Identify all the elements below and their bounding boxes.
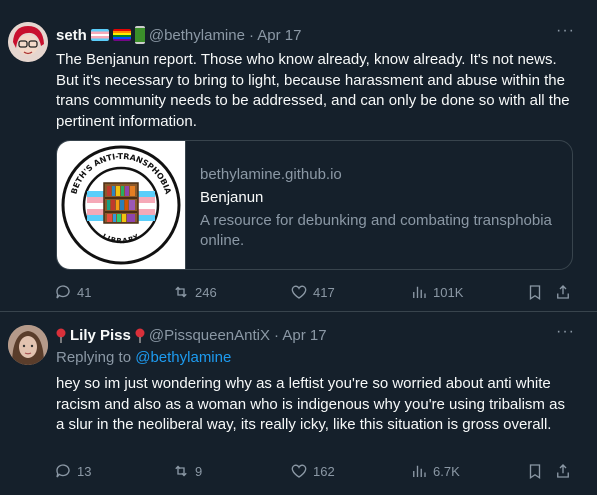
card-domain: bethylamine.github.io bbox=[200, 166, 342, 183]
tweet[interactable]: seth @bethylamine · Apr 17 ··· The Benja… bbox=[0, 0, 597, 312]
repost-button[interactable]: 246 bbox=[172, 283, 217, 301]
tweet-header: Lily Piss @PissqueenAntiX · Apr 17 bbox=[56, 327, 327, 344]
views-button[interactable]: 6.7K bbox=[410, 462, 460, 480]
timestamp[interactable]: · Apr 17 bbox=[249, 27, 302, 44]
tweet-actions: 13 9 162 6.7K bbox=[54, 462, 574, 482]
link-card[interactable]: BETH'S ANTI-TRANSPHOBIA LIBRARY bethylam… bbox=[56, 140, 573, 270]
share-button[interactable] bbox=[554, 462, 572, 480]
tweet-actions: 41 246 417 101K bbox=[54, 283, 574, 303]
views-count: 6.7K bbox=[433, 463, 460, 479]
trans-flag-icon bbox=[90, 29, 109, 41]
bookmark-icon bbox=[529, 285, 541, 301]
bookmark-button[interactable] bbox=[526, 462, 544, 480]
timestamp[interactable]: · Apr 17 bbox=[274, 327, 327, 344]
like-button[interactable]: 162 bbox=[290, 462, 335, 480]
more-options-icon[interactable]: ··· bbox=[556, 22, 575, 40]
reply-button[interactable]: 13 bbox=[54, 462, 91, 480]
bookmark-icon bbox=[529, 464, 541, 480]
views-count: 101K bbox=[433, 284, 464, 300]
like-count: 417 bbox=[313, 284, 335, 300]
red-pin-icon bbox=[135, 328, 145, 343]
repost-count: 9 bbox=[195, 463, 203, 479]
tweet-text: The Benjanun report. Those who know alre… bbox=[56, 51, 570, 130]
red-pin-icon bbox=[56, 328, 66, 343]
repost-count: 246 bbox=[195, 284, 217, 300]
card-logo-image: BETH'S ANTI-TRANSPHOBIA LIBRARY bbox=[57, 141, 186, 269]
replying-to: Replying to @bethylamine bbox=[56, 349, 231, 366]
share-icon bbox=[557, 285, 569, 299]
card-text: bethylamine.github.io Benjanun A resourc… bbox=[200, 165, 560, 251]
bookmark-button[interactable] bbox=[526, 283, 544, 301]
share-icon bbox=[557, 464, 569, 478]
views-icon bbox=[413, 286, 426, 298]
reply-icon bbox=[56, 464, 70, 478]
avatar-image bbox=[8, 325, 48, 365]
repost-button[interactable]: 9 bbox=[172, 462, 202, 480]
card-description: A resource for debunking and combating t… bbox=[200, 212, 552, 249]
tweet-text: hey so im just wondering why as a leftis… bbox=[56, 375, 565, 433]
more-options-icon[interactable]: ··· bbox=[556, 323, 575, 341]
replying-to-label: Replying to bbox=[56, 349, 132, 366]
views-button[interactable]: 101K bbox=[410, 283, 463, 301]
user-handle[interactable]: @bethylamine bbox=[149, 27, 245, 44]
reply-icon bbox=[56, 285, 70, 299]
views-icon bbox=[413, 465, 426, 477]
reply-count: 41 bbox=[77, 284, 92, 300]
tweet[interactable]: Lily Piss @PissqueenAntiX · Apr 17 ··· R… bbox=[0, 312, 597, 495]
display-name[interactable]: Lily Piss bbox=[70, 327, 131, 344]
tweet-header: seth @bethylamine · Apr 17 bbox=[56, 26, 301, 44]
like-button[interactable]: 417 bbox=[290, 283, 335, 301]
display-name[interactable]: seth bbox=[56, 27, 87, 44]
can-emoji-icon bbox=[134, 26, 145, 44]
repost-icon bbox=[175, 465, 187, 477]
avatar[interactable] bbox=[8, 22, 48, 62]
user-handle[interactable]: @PissqueenAntiX bbox=[149, 327, 270, 344]
replying-to-handle[interactable]: @bethylamine bbox=[135, 349, 231, 366]
heart-icon bbox=[291, 464, 307, 478]
reply-count: 13 bbox=[77, 463, 92, 479]
like-count: 162 bbox=[313, 463, 335, 479]
avatar-image bbox=[8, 22, 48, 62]
heart-icon bbox=[291, 285, 307, 299]
repost-icon bbox=[175, 286, 187, 298]
reply-button[interactable]: 41 bbox=[54, 283, 91, 301]
card-title: Benjanun bbox=[200, 189, 264, 206]
avatar[interactable] bbox=[8, 325, 48, 365]
share-button[interactable] bbox=[554, 283, 572, 301]
rainbow-flag-icon bbox=[112, 29, 131, 41]
